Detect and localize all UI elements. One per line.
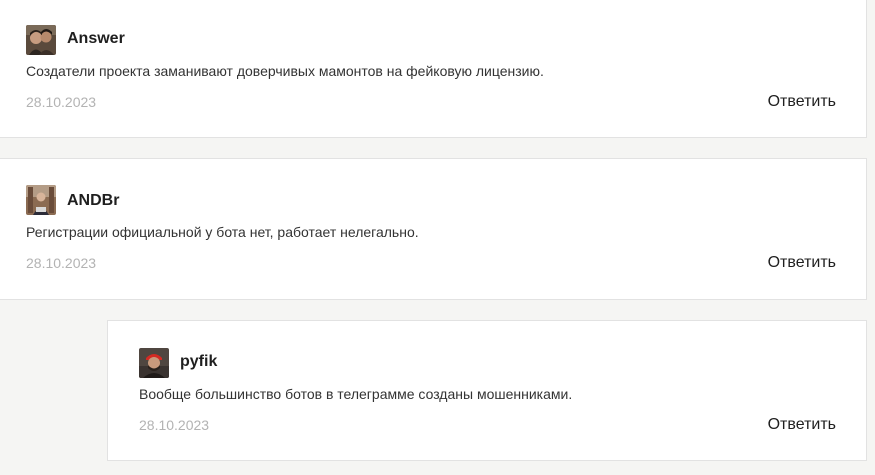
comment-author: ANDBr xyxy=(67,192,120,209)
reply-button[interactable]: Ответить xyxy=(768,93,836,111)
comment-card: ANDBr Регистрации официальной у бота нет… xyxy=(0,158,867,300)
comment-card: Answer Создатели проекта заманивают дове… xyxy=(0,0,867,138)
user-avatar-icon xyxy=(26,185,56,215)
comment-author: Answer xyxy=(67,30,125,47)
comment-date: 28.10.2023 xyxy=(139,417,210,433)
comment-date: 28.10.2023 xyxy=(26,94,97,110)
reply-button[interactable]: Ответить xyxy=(768,254,836,272)
reply-button[interactable]: Ответить xyxy=(768,416,836,434)
comment-text: Регистрации официальной у бота нет, рабо… xyxy=(26,224,419,240)
user-avatar-icon xyxy=(26,25,56,55)
comment-author: pyfik xyxy=(180,353,218,370)
avatar[interactable] xyxy=(139,348,169,378)
comment-date: 28.10.2023 xyxy=(26,255,97,271)
comment-reply-card: pyfik Вообще большинство ботов в телегра… xyxy=(107,320,867,461)
comment-text: Вообще большинство ботов в телеграмме со… xyxy=(139,386,573,402)
comment-text: Создатели проекта заманивают доверчивых … xyxy=(26,63,544,79)
user-avatar-icon xyxy=(139,348,169,378)
avatar[interactable] xyxy=(26,25,56,55)
avatar[interactable] xyxy=(26,185,56,215)
